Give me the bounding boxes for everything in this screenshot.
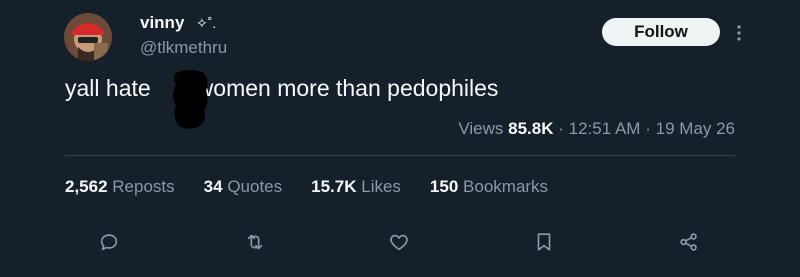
redaction-scribble [170,67,212,131]
tweet-text-before: yall hate [65,75,151,101]
follow-button[interactable]: Follow [602,18,720,46]
meta-separator: · [558,119,564,138]
tweet-text-after: women more than pedophiles [196,75,499,101]
stat-label: Reposts [112,177,175,196]
tweet-date[interactable]: 19 May 26 [656,119,735,138]
reply-icon[interactable] [98,231,122,255]
stat-label: Likes [361,177,401,196]
action-bar [0,231,800,257]
stat-count: 150 [429,177,459,196]
stat-label: Bookmarks [463,177,549,196]
views-label: Views [458,119,504,138]
stat-label: Quotes [227,177,283,196]
divider [65,155,735,156]
engagement-stats: 2,562 Reposts 34 Quotes 15.7K Likes 150 … [65,175,577,199]
tweet-text: yall hate women more than pedophiles [65,73,498,103]
stat-bookmarks[interactable]: 150 Bookmarks [430,175,548,199]
stat-count: 2,562 [65,177,108,196]
share-icon[interactable] [678,231,702,255]
tweet-time[interactable]: 12:51 AM [569,119,641,138]
stat-count: 15.7K [311,177,357,196]
stat-count: 34 [203,177,223,196]
avatar-image [64,13,112,61]
display-name[interactable]: vinny [140,12,184,34]
display-name-decoration: ✧˚. [196,15,217,31]
stat-likes[interactable]: 15.7K Likes [311,175,401,199]
avatar[interactable] [64,13,112,61]
tweet-meta: Views 85.8K · 12:51 AM · 19 May 26 [458,117,735,141]
more-icon[interactable] [733,23,745,43]
heart-icon[interactable] [388,231,412,255]
repost-icon[interactable] [244,231,268,255]
bookmark-icon[interactable] [533,231,557,255]
stat-reposts[interactable]: 2,562 Reposts [65,175,175,199]
meta-separator: · [645,119,651,138]
user-handle[interactable]: @tlkmethru [140,37,227,59]
views-count[interactable]: 85.8K [508,119,553,138]
stat-quotes[interactable]: 34 Quotes [204,175,282,199]
